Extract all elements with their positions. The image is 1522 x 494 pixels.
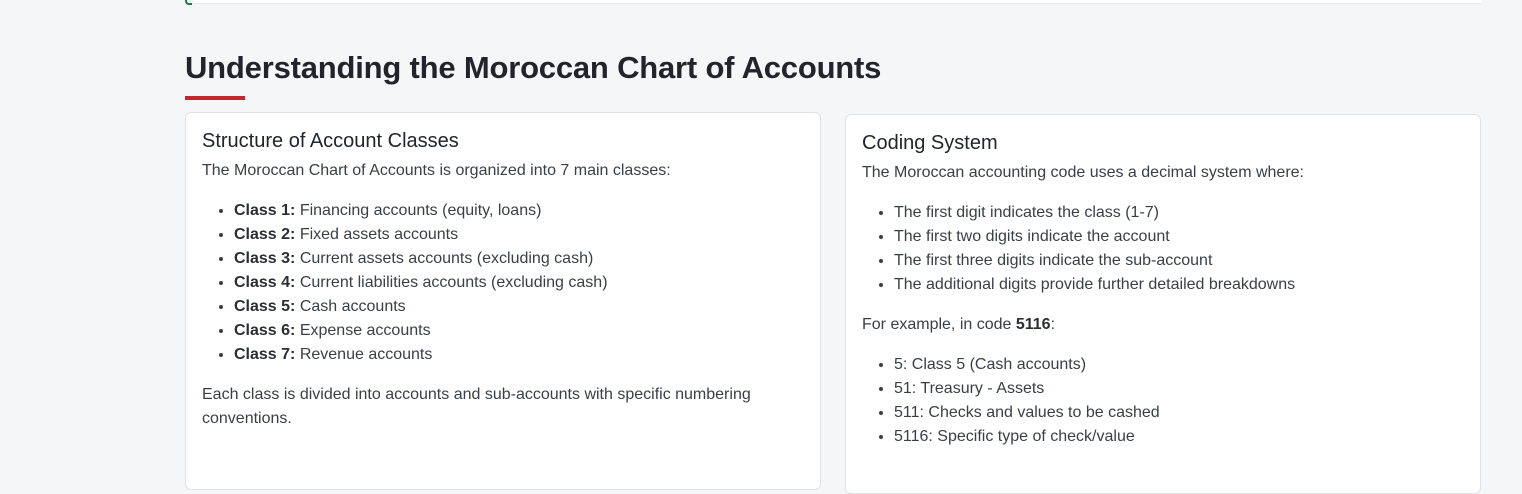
coding-rule: The additional digits provide further de… <box>894 273 1464 297</box>
example-item: 51: Treasury - Assets <box>894 377 1464 401</box>
class-label: Class 1: <box>234 202 296 219</box>
example-list: 5: Class 5 (Cash accounts) 51: Treasury … <box>862 353 1464 449</box>
class-label: Class 5: <box>234 298 296 315</box>
example-suffix: : <box>1050 316 1056 333</box>
top-strip <box>193 0 1481 4</box>
class-label: Class 4: <box>234 274 296 291</box>
class-desc: Revenue accounts <box>295 346 433 363</box>
structure-intro: The Moroccan Chart of Accounts is organi… <box>202 162 671 179</box>
class-item: Class 7: Revenue accounts <box>234 343 804 367</box>
structure-card: Structure of Account Classes The Morocca… <box>185 112 821 490</box>
class-desc: Current assets accounts (excluding cash) <box>295 250 594 267</box>
class-label: Class 3: <box>234 250 296 267</box>
coding-intro: The Moroccan accounting code uses a deci… <box>862 164 1304 181</box>
coding-rule: The first three digits indicate the sub-… <box>894 249 1464 273</box>
class-label: Class 7: <box>234 346 296 363</box>
class-item: Class 6: Expense accounts <box>234 319 804 343</box>
example-line: For example, in code 5116: <box>862 313 1464 337</box>
coding-heading: Coding System <box>862 132 998 154</box>
class-item: Class 2: Fixed assets accounts <box>234 223 804 247</box>
coding-rule-list: The first digit indicates the class (1-7… <box>862 201 1464 297</box>
coding-card: Coding System The Moroccan accounting co… <box>845 114 1481 494</box>
class-item: Class 3: Current assets accounts (exclud… <box>234 247 804 271</box>
section-title: Understanding the Moroccan Chart of Acco… <box>185 50 882 85</box>
example-item: 511: Checks and values to be cashed <box>894 401 1464 425</box>
class-list: Class 1: Financing accounts (equity, loa… <box>202 199 804 367</box>
coding-rule: The first digit indicates the class (1-7… <box>894 201 1464 225</box>
example-item: 5116: Specific type of check/value <box>894 425 1464 449</box>
class-item: Class 5: Cash accounts <box>234 295 804 319</box>
class-desc: Expense accounts <box>295 322 431 339</box>
class-desc: Current liabilities accounts (excluding … <box>295 274 608 291</box>
class-item: Class 4: Current liabilities accounts (e… <box>234 271 804 295</box>
class-label: Class 6: <box>234 322 296 339</box>
class-label: Class 2: <box>234 226 296 243</box>
example-code: 5116 <box>1015 316 1051 333</box>
class-desc: Fixed assets accounts <box>295 226 459 243</box>
example-item: 5: Class 5 (Cash accounts) <box>894 353 1464 377</box>
class-desc: Financing accounts (equity, loans) <box>295 202 542 219</box>
example-prefix: For example, in code <box>862 316 1016 333</box>
coding-rule: The first two digits indicate the accoun… <box>894 225 1464 249</box>
structure-heading: Structure of Account Classes <box>202 130 459 152</box>
title-underline <box>185 96 245 100</box>
class-item: Class 1: Financing accounts (equity, loa… <box>234 199 804 223</box>
structure-outro: Each class is divided into accounts and … <box>202 386 751 427</box>
class-desc: Cash accounts <box>295 298 406 315</box>
top-strip-accent <box>185 0 192 5</box>
